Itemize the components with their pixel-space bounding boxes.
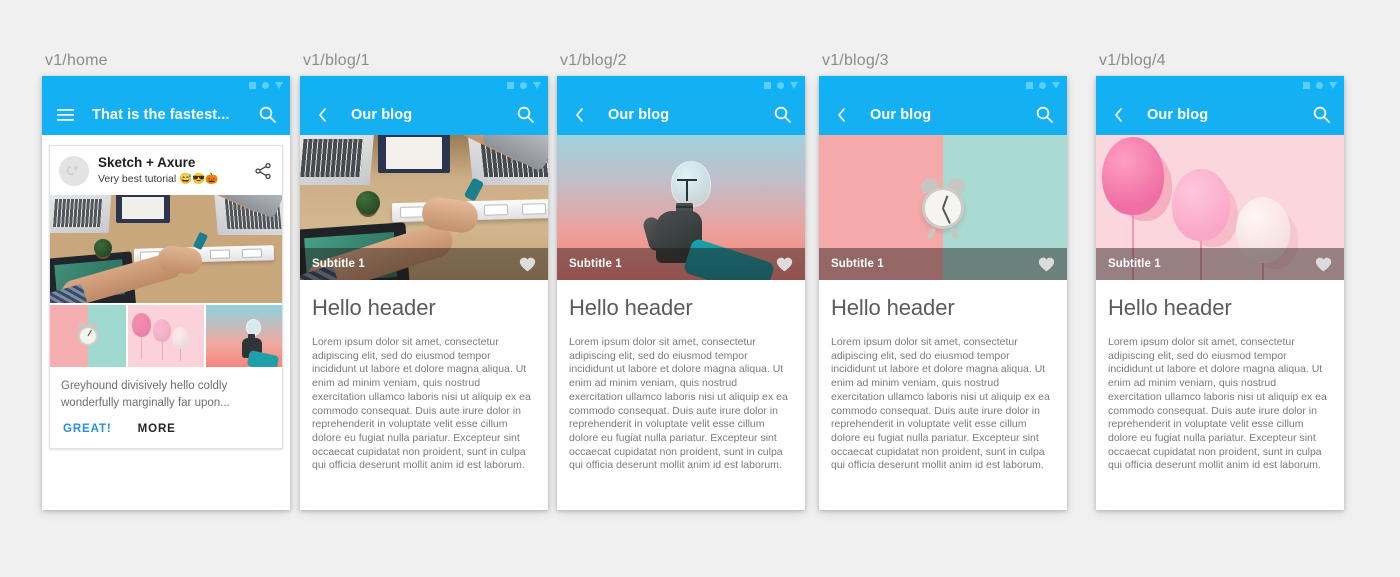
feed-card-body-text: Greyhound divisively hello coldly wonder… (61, 380, 230, 409)
app-bar-title: Our blog (870, 106, 932, 123)
hero-subtitle: Subtitle 1 (312, 258, 365, 270)
lightbulb-sunset-thumbnail[interactable] (206, 305, 282, 367)
search-icon[interactable] (1033, 104, 1055, 126)
hero-subtitle: Subtitle 1 (831, 258, 884, 270)
circle-icon (262, 81, 269, 89)
square-icon (1303, 81, 1310, 89)
status-bar (557, 76, 805, 94)
feed-card-subtitle: Very best tutorial 😅😎🎃 (98, 173, 219, 185)
screen-home[interactable]: That is the fastest... Sketch + Axure Ve… (42, 76, 290, 510)
feed-card-header: Sketch + Axure Very best tutorial 😅😎🎃 (50, 146, 282, 195)
feed-card-actions: GREAT! MORE (50, 414, 282, 448)
feed-card[interactable]: Sketch + Axure Very best tutorial 😅😎🎃 Gr… (49, 145, 283, 449)
pink-balloons-thumbnail[interactable] (128, 305, 204, 367)
more-button[interactable]: MORE (138, 423, 176, 435)
hero-overlay-bar: Subtitle 1 (300, 248, 548, 280)
square-icon (507, 81, 514, 89)
status-bar (42, 76, 290, 94)
status-bar (300, 76, 548, 94)
search-icon[interactable] (256, 104, 278, 126)
feed-card-title: Sketch + Axure (98, 155, 196, 170)
hero-subtitle: Subtitle 1 (569, 258, 622, 270)
blog-content: Hello header Lorem ipsum dolor sit amet,… (1096, 280, 1344, 473)
app-bar-title: Our blog (351, 106, 413, 123)
screen-label-blog-3: v1/blog/3 (822, 52, 889, 69)
screen-blog-2[interactable]: Our blog Subtitle 1 Hello header Lorem i… (557, 76, 805, 510)
hero-image-balloons: Subtitle 1 (1096, 135, 1344, 280)
circle-icon (777, 81, 784, 89)
blog-paragraph: Lorem ipsum dolor sit amet, consectetur … (312, 336, 531, 472)
app-bar: Our blog (819, 94, 1067, 135)
blog-content: Hello header Lorem ipsum dolor sit amet,… (557, 280, 805, 473)
blog-paragraph: Lorem ipsum dolor sit amet, consectetur … (1108, 336, 1327, 472)
screen-label-blog-1: v1/blog/1 (303, 52, 370, 69)
back-chevron-icon[interactable] (1108, 104, 1130, 126)
hero-subtitle: Subtitle 1 (1108, 258, 1161, 270)
back-chevron-icon[interactable] (312, 104, 334, 126)
blog-heading: Hello header (831, 295, 955, 320)
blog-paragraph: Lorem ipsum dolor sit amet, consectetur … (831, 336, 1050, 472)
avatar-placeholder-icon (59, 155, 89, 186)
heart-icon[interactable] (519, 256, 536, 273)
blog-heading: Hello header (569, 295, 693, 320)
search-icon[interactable] (771, 104, 793, 126)
circle-icon (1039, 81, 1046, 89)
heart-icon[interactable] (1315, 256, 1332, 273)
app-bar: Our blog (1096, 94, 1344, 135)
app-bar: Our blog (300, 94, 548, 135)
screen-label-home: v1/home (45, 52, 108, 69)
hero-image-desk: Subtitle 1 (300, 135, 548, 280)
triangle-down-icon (790, 81, 798, 89)
hamburger-menu-icon[interactable] (54, 104, 76, 126)
app-bar: Our blog (557, 94, 805, 135)
search-icon[interactable] (1310, 104, 1332, 126)
feed-card-thumbnail-strip (50, 305, 282, 367)
triangle-down-icon (533, 81, 541, 89)
blog-heading: Hello header (312, 295, 436, 320)
screen-label-blog-2: v1/blog/2 (560, 52, 627, 69)
feed-card-texts: Sketch + Axure Very best tutorial 😅😎🎃 (98, 155, 245, 186)
app-bar-title: Our blog (1147, 106, 1209, 123)
screen-label-blog-4: v1/blog/4 (1099, 52, 1166, 69)
square-icon (764, 81, 771, 89)
hero-image-lightbulb: Subtitle 1 (557, 135, 805, 280)
square-icon (1026, 81, 1033, 89)
app-bar-title: That is the fastest... (92, 106, 230, 123)
alarm-clock-thumbnail[interactable] (50, 305, 126, 367)
hero-overlay-bar: Subtitle 1 (557, 248, 805, 280)
share-icon[interactable] (254, 162, 272, 180)
hero-overlay-bar: Subtitle 1 (1096, 248, 1344, 280)
back-chevron-icon[interactable] (831, 104, 853, 126)
blog-heading: Hello header (1108, 295, 1232, 320)
screens-board: v1/home That is the fastest... Sketch + … (0, 0, 1400, 577)
great-button[interactable]: GREAT! (63, 423, 112, 435)
triangle-down-icon (1052, 81, 1060, 89)
app-bar: That is the fastest... (42, 94, 290, 135)
heart-icon[interactable] (776, 256, 793, 273)
feed-card-hero-photo (50, 195, 282, 303)
square-icon (249, 81, 256, 89)
status-bar (819, 76, 1067, 94)
triangle-down-icon (275, 81, 283, 89)
app-bar-title: Our blog (608, 106, 670, 123)
triangle-down-icon (1329, 81, 1337, 89)
screen-blog-4[interactable]: Our blog Subtitle 1 Hello header Lorem i… (1096, 76, 1344, 510)
blog-paragraph: Lorem ipsum dolor sit amet, consectetur … (569, 336, 788, 472)
hero-overlay-bar: Subtitle 1 (819, 248, 1067, 280)
circle-icon (520, 81, 527, 89)
search-icon[interactable] (514, 104, 536, 126)
hero-image-alarm-clock: Subtitle 1 (819, 135, 1067, 280)
home-content: Sketch + Axure Very best tutorial 😅😎🎃 Gr… (42, 135, 290, 510)
screen-blog-1[interactable]: Our blog Subtitle 1 Hello header Lorem i… (300, 76, 548, 510)
heart-icon[interactable] (1038, 256, 1055, 273)
screen-blog-3[interactable]: Our blog Subtitle 1 Hello header Lorem i… (819, 76, 1067, 510)
blog-content: Hello header Lorem ipsum dolor sit amet,… (819, 280, 1067, 473)
status-bar (1096, 76, 1344, 94)
blog-content: Hello header Lorem ipsum dolor sit amet,… (300, 280, 548, 473)
back-chevron-icon[interactable] (569, 104, 591, 126)
circle-icon (1316, 81, 1323, 89)
